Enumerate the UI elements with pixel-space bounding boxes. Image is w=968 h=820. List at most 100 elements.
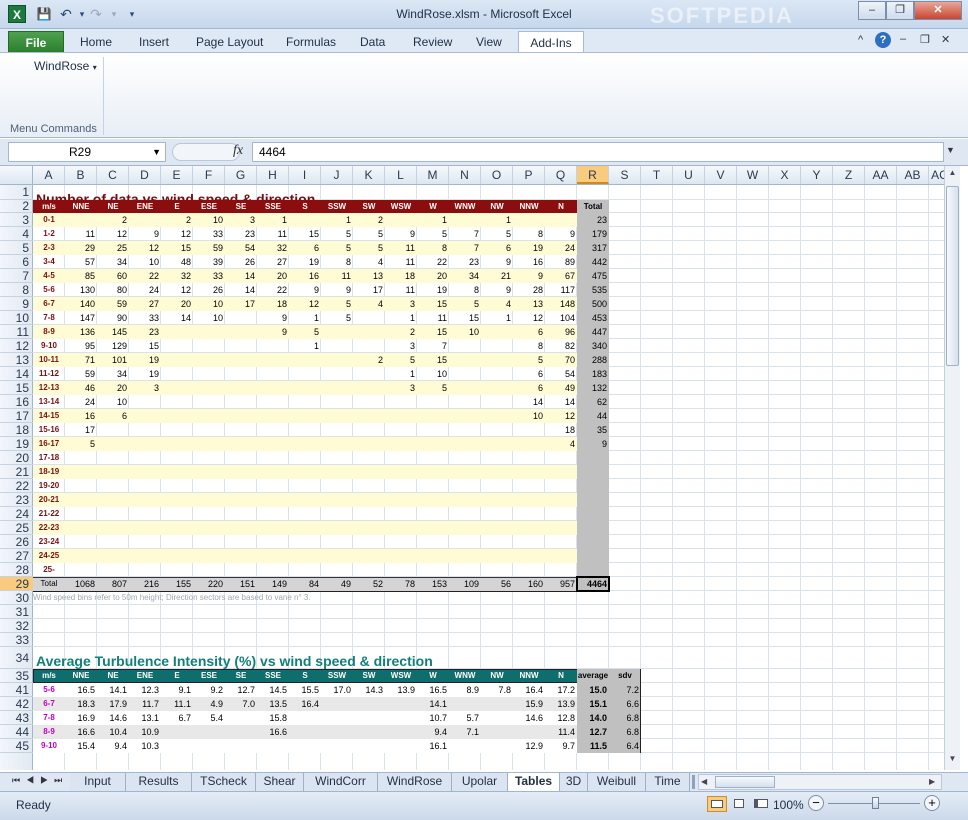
table1-cell[interactable]: 15 (417, 353, 447, 367)
table1-cell[interactable]: 35 (577, 423, 607, 437)
row-header-42[interactable]: 42 (0, 697, 33, 711)
table1-cell[interactable] (449, 549, 479, 563)
table1-total-cell[interactable]: 957 (545, 577, 575, 591)
table1-cell[interactable] (193, 367, 223, 381)
table1-cell[interactable] (513, 451, 543, 465)
table1-cell[interactable] (257, 535, 287, 549)
table1-total-cell[interactable]: 220 (193, 577, 223, 591)
table1-cell[interactable]: 2 (385, 325, 415, 339)
table1-cell[interactable] (577, 451, 607, 465)
table1-cell[interactable] (257, 521, 287, 535)
table1-cell[interactable]: 80 (97, 283, 127, 297)
table1-cell[interactable]: 39 (193, 255, 223, 269)
table1-cell[interactable] (513, 493, 543, 507)
row-header-19[interactable]: 19 (0, 437, 33, 451)
table1-cell[interactable]: 9 (481, 255, 511, 269)
table1-cell[interactable]: 5 (417, 227, 447, 241)
table1-cell[interactable] (129, 437, 159, 451)
table1-cell[interactable]: 6 (513, 367, 543, 381)
tab-file[interactable]: File (8, 31, 64, 53)
table1-cell[interactable] (161, 465, 191, 479)
table1-cell[interactable] (545, 213, 575, 227)
row-header-21[interactable]: 21 (0, 465, 33, 479)
table1-cell[interactable] (385, 479, 415, 493)
table1-cell[interactable] (225, 367, 255, 381)
table1-cell[interactable]: 140 (65, 297, 95, 311)
row-header-8[interactable]: 8 (0, 283, 33, 297)
table1-cell[interactable]: 16 (289, 269, 319, 283)
table1-cell[interactable]: 10 (97, 395, 127, 409)
normal-view-button[interactable] (707, 796, 727, 812)
table1-cell[interactable]: 67 (545, 269, 575, 283)
table1-cell[interactable] (129, 507, 159, 521)
table1-cell[interactable] (417, 395, 447, 409)
table1-cell[interactable] (321, 479, 351, 493)
table1-cell[interactable] (481, 395, 511, 409)
table1-cell[interactable]: 11 (65, 227, 95, 241)
row-header-14[interactable]: 14 (0, 367, 33, 381)
table1-cell[interactable] (65, 451, 95, 465)
table1-cell[interactable]: 17 (353, 283, 383, 297)
table1-cell[interactable]: 9 (577, 437, 607, 451)
row-header-31[interactable]: 31 (0, 605, 33, 619)
row-header-20[interactable]: 20 (0, 451, 33, 465)
table1-cell[interactable]: 22 (257, 283, 287, 297)
row-header-2[interactable]: 2 (0, 200, 33, 213)
table1-cell[interactable]: 15 (289, 227, 319, 241)
table1-cell[interactable] (289, 465, 319, 479)
table1-cell[interactable] (481, 409, 511, 423)
table1-cell[interactable] (545, 521, 575, 535)
table1-cell[interactable]: 10 (449, 325, 479, 339)
zoom-in-button[interactable]: + (924, 795, 940, 811)
sheet-tab-weibull[interactable]: Weibull (588, 773, 646, 791)
row-header-32[interactable]: 32 (0, 619, 33, 633)
table1-cell[interactable] (193, 521, 223, 535)
tab-insert[interactable]: Insert (129, 31, 179, 53)
table1-cell[interactable]: 9 (545, 227, 575, 241)
table1-cell[interactable] (321, 409, 351, 423)
table1-cell[interactable] (193, 437, 223, 451)
table1-cell[interactable] (225, 395, 255, 409)
table1-cell[interactable] (65, 521, 95, 535)
table1-cell[interactable] (289, 563, 319, 577)
table1-cell[interactable]: 18 (257, 297, 287, 311)
table1-cell[interactable] (161, 549, 191, 563)
table1-cell[interactable]: 130 (65, 283, 95, 297)
table1-cell[interactable] (385, 437, 415, 451)
zoom-level[interactable]: 100% (773, 798, 804, 812)
table1-cell[interactable] (129, 563, 159, 577)
table1-cell[interactable] (321, 437, 351, 451)
table1-cell[interactable]: 14 (225, 269, 255, 283)
table1-cell[interactable]: 6 (97, 409, 127, 423)
table1-cell[interactable] (257, 381, 287, 395)
table1-cell[interactable] (353, 451, 383, 465)
table1-cell[interactable]: 5 (321, 297, 351, 311)
table1-cell[interactable] (289, 423, 319, 437)
table1-cell[interactable]: 54 (545, 367, 575, 381)
table1-cell[interactable]: 54 (225, 241, 255, 255)
table1-cell[interactable]: 11 (417, 311, 447, 325)
table1-cell[interactable] (385, 465, 415, 479)
sheet-tab-windcorr[interactable]: WindCorr (304, 773, 378, 791)
table1-cell[interactable]: 12 (513, 311, 543, 325)
table1-cell[interactable]: 101 (97, 353, 127, 367)
table1-cell[interactable] (161, 353, 191, 367)
table1-cell[interactable]: 2 (353, 353, 383, 367)
table1-cell[interactable] (417, 423, 447, 437)
table1-cell[interactable]: 20 (257, 269, 287, 283)
table1-cell[interactable] (65, 535, 95, 549)
table1-total-cell[interactable]: 151 (225, 577, 255, 591)
table1-cell[interactable] (129, 409, 159, 423)
table1-cell[interactable]: 33 (193, 269, 223, 283)
row-header-11[interactable]: 11 (0, 325, 33, 339)
table1-cell[interactable] (577, 507, 607, 521)
table1-cell[interactable] (385, 213, 415, 227)
table1-cell[interactable] (97, 549, 127, 563)
table1-cell[interactable] (321, 423, 351, 437)
table1-cell[interactable] (577, 549, 607, 563)
table1-cell[interactable]: 89 (545, 255, 575, 269)
help-icon[interactable]: ? (875, 32, 891, 48)
table1-cell[interactable] (129, 423, 159, 437)
table1-cell[interactable] (97, 465, 127, 479)
column-header-e[interactable]: E (161, 166, 193, 184)
